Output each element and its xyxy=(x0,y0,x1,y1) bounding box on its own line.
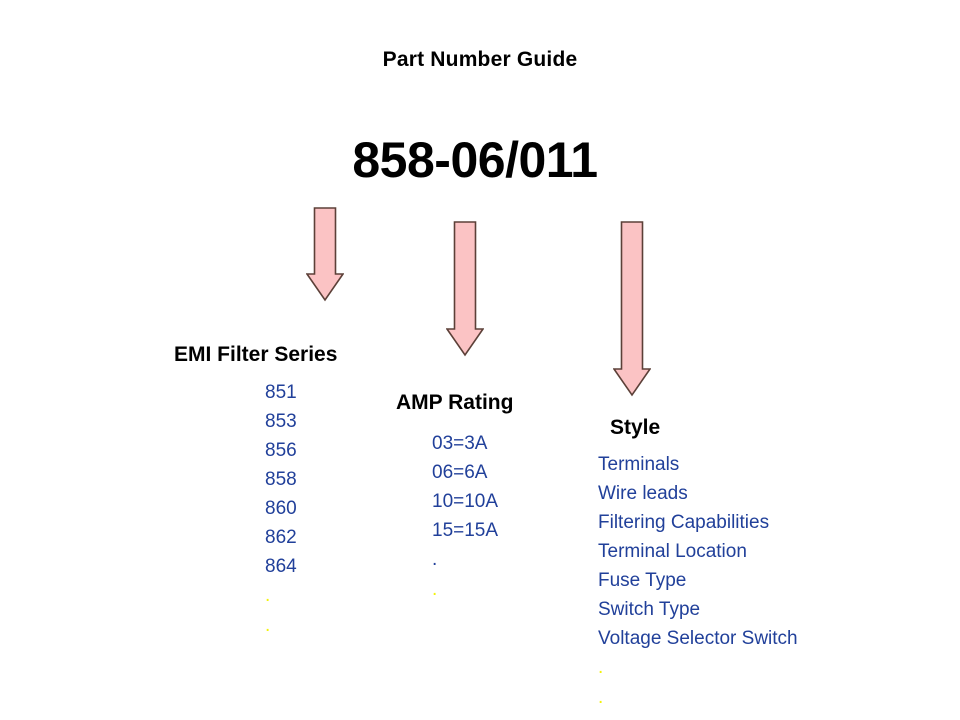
list-item: 853 xyxy=(265,410,297,432)
down-arrow-icon-emi-filter-series xyxy=(306,207,344,302)
list-item: 15=15A xyxy=(432,519,499,541)
list-ellipsis-dot: . xyxy=(265,614,271,636)
list-item: Switch Type xyxy=(598,598,701,620)
column-header-emi-filter-series: EMI Filter Series xyxy=(174,343,338,366)
column-header-style: Style xyxy=(610,416,661,439)
example-part-number: 858-06/011 xyxy=(352,132,598,188)
list-style: Terminals Wire leads Filtering Capabilit… xyxy=(598,450,798,713)
list-amp-rating: 03=3A 06=6A 10=10A 15=15A . . xyxy=(432,429,513,605)
page-title: Part Number Guide xyxy=(382,48,578,71)
list-ellipsis-dot: . xyxy=(598,656,604,678)
column-amp-rating: AMP Rating 03=3A 06=6A 10=10A 15=15A . . xyxy=(396,391,513,605)
list-item: Terminal Location xyxy=(598,540,747,562)
list-item: 03=3A xyxy=(432,432,488,454)
list-item: 860 xyxy=(265,497,297,519)
list-ellipsis-dot: . xyxy=(598,686,604,708)
list-item: 862 xyxy=(265,526,297,548)
list-item: 06=6A xyxy=(432,461,488,483)
list-item: 10=10A xyxy=(432,490,499,512)
list-item: Voltage Selector Switch xyxy=(598,627,798,649)
list-ellipsis-dot: . xyxy=(432,578,438,600)
list-ellipsis-dot: . xyxy=(432,548,438,570)
list-item: Filtering Capabilities xyxy=(598,511,770,533)
list-item: 864 xyxy=(265,555,297,577)
list-item: Wire leads xyxy=(598,482,688,504)
list-item: Terminals xyxy=(598,453,680,475)
list-item: 851 xyxy=(265,381,297,403)
list-emi-filter-series: 851 853 856 858 860 862 864 . . xyxy=(265,378,337,641)
down-arrow-icon-style xyxy=(613,221,651,397)
down-arrow-icon-amp-rating xyxy=(446,221,484,357)
list-item: 856 xyxy=(265,439,297,461)
column-emi-filter-series: EMI Filter Series 851 853 856 858 860 86… xyxy=(174,343,337,641)
part-number-guide-slide: Part Number Guide 858-06/011 EMI Filter … xyxy=(0,0,960,720)
column-style: Style Terminals Wire leads Filtering Cap… xyxy=(598,416,798,713)
column-header-amp-rating: AMP Rating xyxy=(396,391,514,414)
list-item: Fuse Type xyxy=(598,569,687,591)
list-ellipsis-dot: . xyxy=(265,584,271,606)
list-item: 858 xyxy=(265,468,297,490)
